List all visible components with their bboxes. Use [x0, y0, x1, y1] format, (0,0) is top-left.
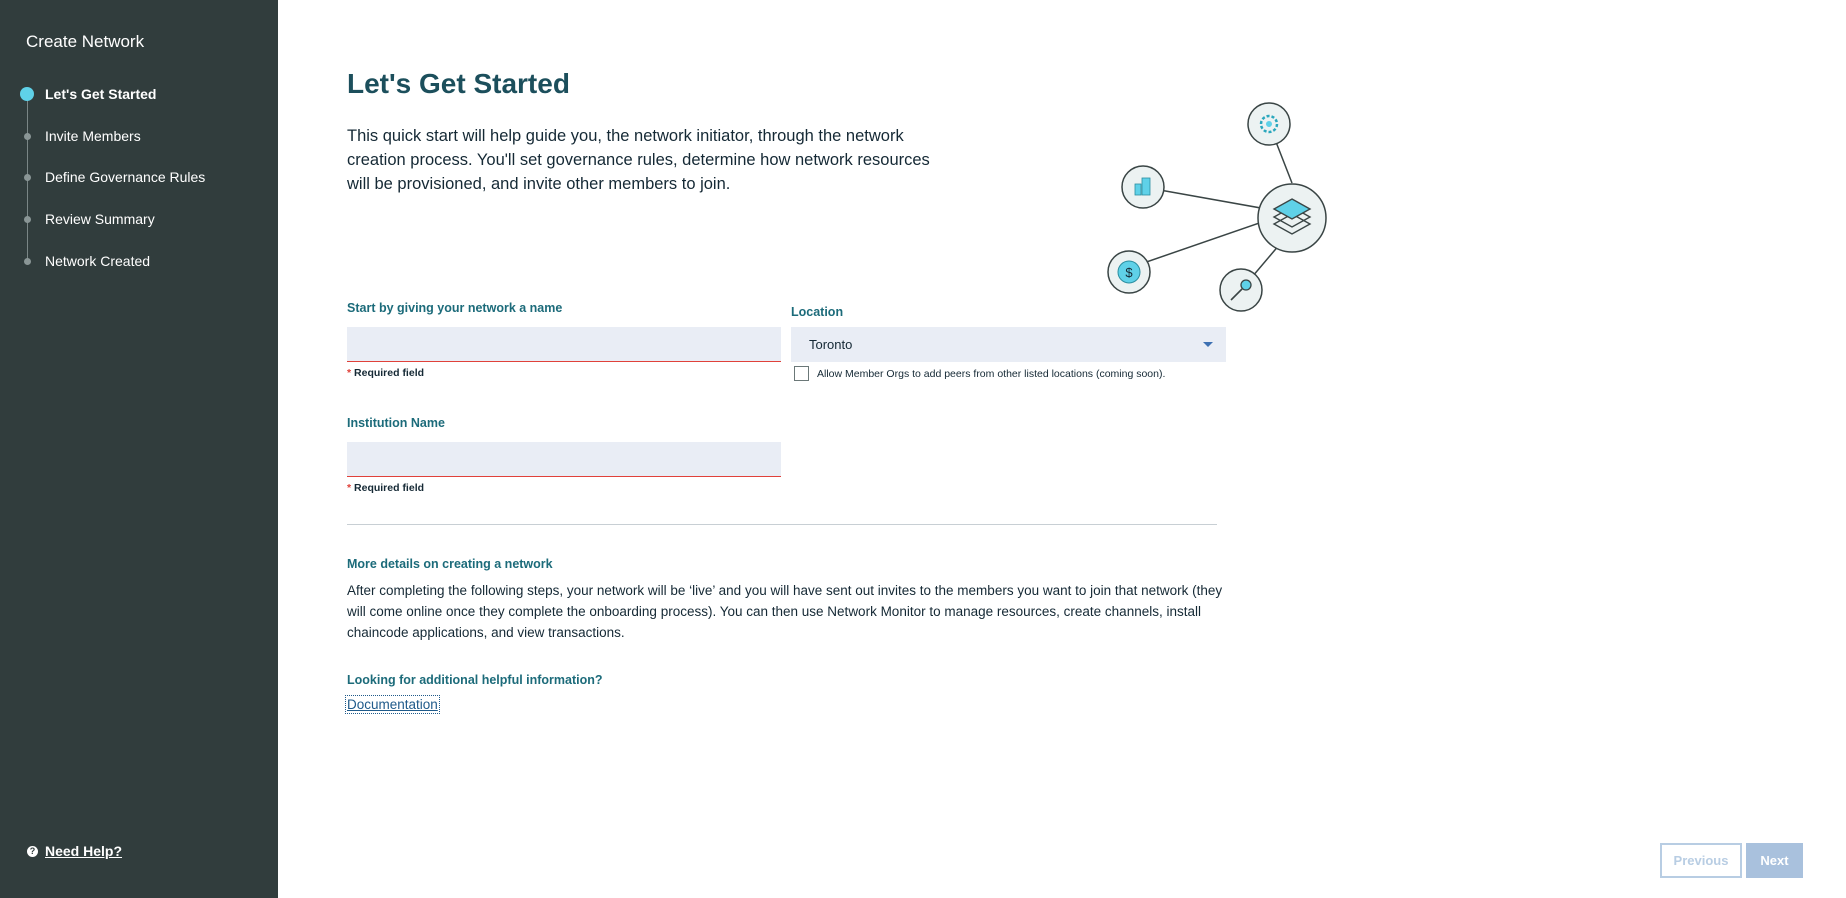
need-help: ? Need Help?: [27, 843, 122, 859]
location-selected-value: Toronto: [809, 337, 853, 352]
sidebar-step-lets-get-started[interactable]: Let's Get Started: [45, 86, 156, 102]
network-name-label: Start by giving your network a name: [347, 301, 563, 315]
next-button[interactable]: Next: [1746, 843, 1803, 878]
required-text: Required field: [354, 482, 425, 494]
step-indicator: [24, 258, 31, 265]
required-star: *: [347, 367, 352, 379]
sidebar-step-invite-members[interactable]: Invite Members: [45, 128, 141, 144]
section-divider: [347, 524, 1217, 525]
connector-line: [1128, 218, 1272, 269]
sidebar-step-network-created[interactable]: Network Created: [45, 253, 150, 269]
page-title: Let's Get Started: [347, 68, 570, 99]
institution-name-input[interactable]: [347, 442, 781, 477]
network-name-input[interactable]: [347, 327, 781, 362]
gear-icon: [1247, 102, 1291, 146]
help-icon: ?: [27, 845, 38, 857]
step-indicator: [24, 174, 31, 181]
step-indicator: [24, 216, 31, 223]
sidebar-step-review-summary[interactable]: Review Summary: [45, 211, 155, 227]
layers-icon: [1257, 183, 1327, 253]
required-text: Required field: [354, 367, 425, 379]
dollar-icon: $: [1107, 250, 1151, 294]
details-body: After completing the following steps, yo…: [347, 583, 1223, 640]
details-title: More details on creating a network: [347, 557, 553, 571]
step-indicator-active: [20, 87, 34, 101]
previous-button[interactable]: Previous: [1660, 843, 1742, 878]
sidebar-title: Create Network: [26, 32, 145, 51]
allow-member-orgs-checkbox[interactable]: [794, 366, 809, 381]
sidebar-step-define-governance-rules[interactable]: Define Governance Rules: [45, 169, 205, 185]
step-indicator: [24, 133, 31, 140]
info-title: Looking for additional helpful informati…: [347, 673, 603, 687]
network-name-required: * Required field: [347, 367, 424, 379]
key-icon: [1219, 268, 1263, 312]
allow-member-orgs-option: Allow Member Orgs to add peers from othe…: [794, 366, 1165, 381]
location-label: Location: [791, 305, 844, 319]
institution-name-required: * Required field: [347, 482, 424, 494]
need-help-link[interactable]: Need Help?: [45, 843, 122, 859]
intro-text: This quick start will help guide you, th…: [347, 127, 930, 193]
chevron-down-icon: [1203, 342, 1213, 347]
required-star: *: [347, 482, 352, 494]
documentation-link[interactable]: Documentation: [345, 695, 440, 714]
building-icon: [1121, 165, 1165, 209]
sidebar: Create Network Let's Get Started Invite …: [0, 0, 278, 898]
location-select[interactable]: Toronto: [791, 327, 1226, 362]
dollar-symbol: $: [1125, 265, 1133, 280]
network-illustration: $: [1107, 102, 1327, 312]
allow-member-orgs-label[interactable]: Allow Member Orgs to add peers from othe…: [817, 368, 1165, 380]
institution-name-label: Institution Name: [347, 416, 445, 430]
